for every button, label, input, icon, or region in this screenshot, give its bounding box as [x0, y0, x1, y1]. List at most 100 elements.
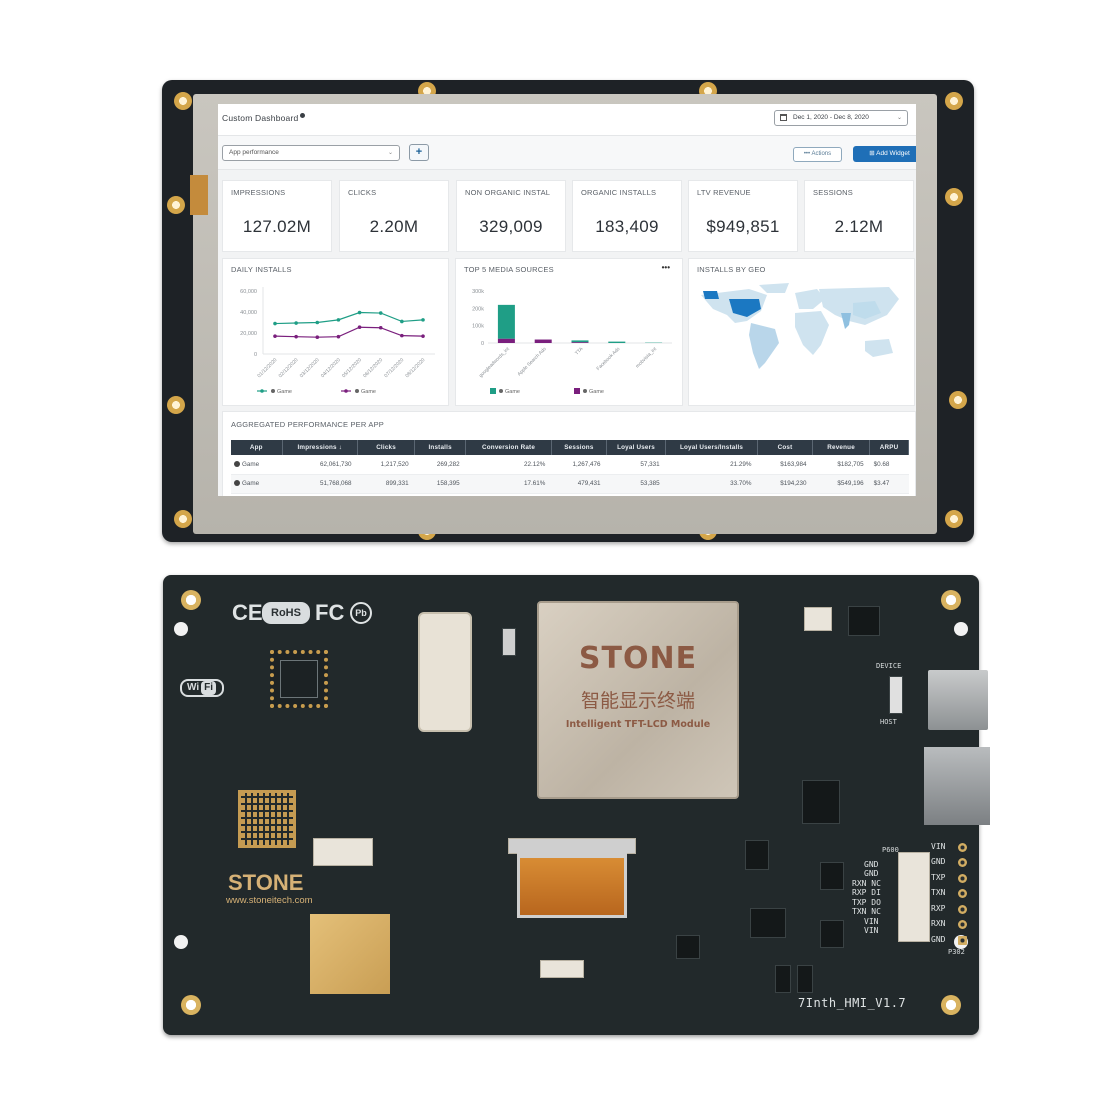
info-icon[interactable]: [300, 113, 306, 118]
cell-revenue: $182,705: [812, 455, 870, 475]
y-tick-label: 40,000: [240, 310, 257, 316]
header-pin: [958, 889, 967, 898]
bar-android: [497, 304, 515, 339]
cell-cost: $163,984: [757, 455, 813, 475]
x-tick-label: Apple Search Ads: [516, 346, 548, 378]
pin-label: RXP: [931, 904, 946, 913]
column-header-clicks[interactable]: Clicks: [357, 440, 416, 455]
mcu-die: [280, 660, 318, 698]
cell-revenue: $549,196: [812, 474, 870, 494]
y-tick-label: 300k: [472, 289, 484, 295]
column-header-revenue[interactable]: Revenue: [812, 440, 871, 455]
date-range-picker[interactable]: Dec 1, 2020 - Dec 8, 2020 ⌄: [774, 110, 908, 126]
y-tick-label: 60,000: [240, 289, 257, 295]
header-pin: [958, 858, 967, 867]
dashboard-select-value: App performance: [229, 149, 279, 156]
switch-label-host: HOST: [880, 718, 897, 726]
cell-installs: 158,395: [414, 474, 466, 494]
cell-app: Game: [231, 455, 283, 475]
kpi-value: 2.12M: [834, 217, 884, 236]
header-pin: [958, 874, 967, 883]
pin-label: GND: [864, 860, 879, 869]
dashboard-select[interactable]: App performance ⌄: [222, 145, 400, 161]
column-header-sessions[interactable]: Sessions: [551, 440, 607, 455]
column-header-installs[interactable]: Installs: [414, 440, 467, 455]
usb-a-port: [928, 670, 988, 730]
column-header-app[interactable]: App: [231, 440, 283, 455]
column-header-loyal-users[interactable]: Loyal Users: [606, 440, 667, 455]
kpi-card-ltv-revenue[interactable]: LTV REVENUE $949,851: [688, 180, 798, 252]
kpi-card-impressions[interactable]: IMPRESSIONS 127.02M: [222, 180, 332, 252]
alignment-hole: [954, 622, 968, 636]
legend-label: Game: [361, 389, 376, 395]
region-africa: [795, 311, 829, 355]
header-pin: [958, 905, 967, 914]
x-tick-label: googleadwords_int: [478, 346, 511, 379]
bar-apple: [497, 338, 515, 343]
column-header-loyal-users-installs[interactable]: Loyal Users/Installs: [665, 440, 758, 455]
qr-code: [238, 790, 296, 848]
kpi-label: SESSIONS: [813, 188, 853, 197]
pin-label: RXP DI: [852, 888, 881, 897]
y-tick-label: 0: [254, 352, 257, 358]
data-point-android: [421, 318, 425, 322]
table-row[interactable]: Game 51,768,068 899,331 158,395 17.61% 4…: [231, 474, 909, 494]
switch-label-device: DEVICE: [876, 662, 902, 670]
more-options-icon[interactable]: •••: [662, 263, 670, 272]
fcc-mark: FC: [315, 600, 345, 625]
pin-label: RXN NC: [852, 879, 881, 888]
column-header-conversion-rate[interactable]: Conversion Rate: [465, 440, 552, 455]
wifi-text-left: Wi: [187, 682, 200, 693]
column-header-cost[interactable]: Cost: [757, 440, 814, 455]
android-icon: [234, 460, 240, 467]
alignment-hole: [174, 622, 188, 636]
kpi-card-organic-installs[interactable]: ORGANIC INSTALLS 183,409: [572, 180, 682, 252]
y-tick-label: 200k: [472, 306, 484, 312]
x-tick-label: 08/12/2020: [404, 357, 426, 379]
performance-table: App Impressions ↓ Clicks Installs Conver…: [231, 440, 909, 494]
ce-mark: CE: [232, 600, 263, 625]
add-widget-button[interactable]: ⊞ Add Widget: [853, 146, 916, 162]
mount-hole: [941, 590, 961, 610]
mount-hole: [945, 188, 963, 206]
kpi-value: 127.02M: [242, 217, 312, 236]
kpi-card-non-organic-installs[interactable]: NON ORGANIC INSTAL 329,009: [456, 180, 566, 252]
column-header-impressions[interactable]: Impressions ↓: [282, 440, 359, 455]
panel-title: DAILY INSTALLS: [231, 265, 292, 274]
legend-label: Game: [505, 389, 520, 395]
region-india: [841, 313, 851, 329]
region-alaska: [703, 291, 719, 299]
top-media-sources-chart: 300k 200k 100k 0googleadwords_int Apple Sear…: [472, 289, 672, 395]
panel-title: TOP 5 MEDIA SOURCES: [464, 265, 554, 274]
capacitor: [775, 965, 791, 993]
ic-chip: [745, 840, 769, 870]
actions-button[interactable]: ••• Actions: [793, 147, 842, 162]
rohs-mark: RoHS: [262, 602, 310, 624]
kpi-value: $949,851: [706, 217, 780, 236]
cell-loyal-users: 53,385: [606, 474, 666, 494]
add-dashboard-button[interactable]: +: [409, 144, 429, 161]
header-pin: [958, 843, 967, 852]
inductor: [676, 935, 700, 959]
jst-connector: [804, 607, 832, 631]
kpi-card-sessions[interactable]: SESSIONS 2.12M: [804, 180, 914, 252]
table-row[interactable]: Game 62,061,730 1,217,520 269,282 22.12%…: [231, 455, 909, 475]
x-tick-label: 06/12/2020: [362, 357, 384, 379]
ic-chip: [750, 908, 786, 938]
mount-hole: [167, 396, 185, 414]
kpi-value: 183,409: [595, 217, 659, 236]
module-name-cn: 智能显示终端: [580, 690, 695, 712]
column-header-arpu[interactable]: ARPU: [869, 440, 909, 455]
pin-label: GND: [931, 935, 946, 944]
data-point-apple: [357, 325, 362, 330]
app-name: Game: [242, 480, 260, 487]
kpi-card-clicks[interactable]: CLICKS 2.20M: [339, 180, 449, 252]
coin-cell-holder: [418, 612, 472, 732]
chevron-down-icon: ⌄: [896, 115, 902, 121]
p600-label: P600: [882, 846, 899, 854]
pin-label: GND: [864, 869, 879, 878]
wifi-mcu-chip: [270, 650, 328, 708]
y-tick-label: 0: [481, 341, 484, 347]
bar-apple: [534, 339, 552, 343]
cell-installs: 269,282: [414, 455, 466, 475]
